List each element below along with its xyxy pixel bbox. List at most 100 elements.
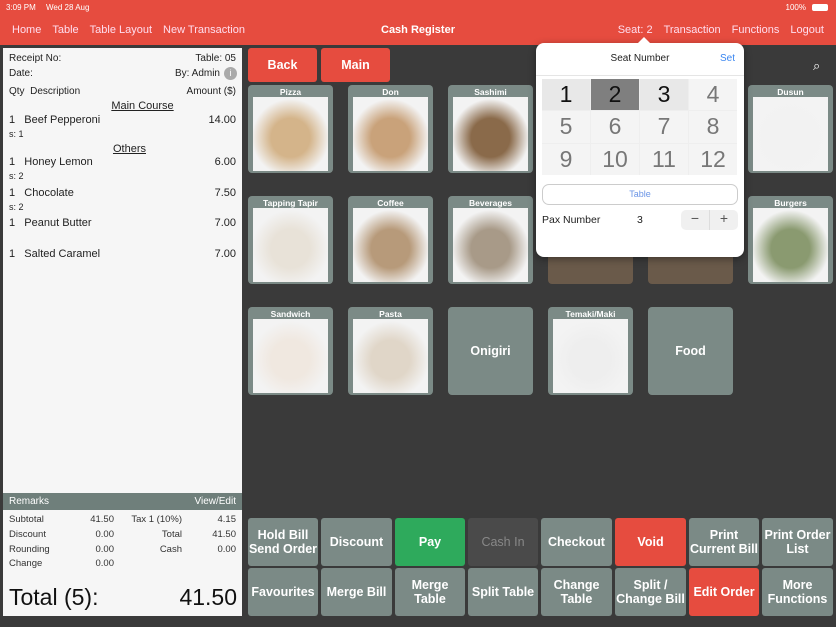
tile-image xyxy=(253,319,328,393)
product-tile[interactable]: Coffee xyxy=(348,196,433,284)
action-discount-button[interactable]: Discount xyxy=(321,518,392,566)
set-button[interactable]: Set xyxy=(720,53,735,64)
col-amount: Amount ($) xyxy=(186,86,236,97)
action-merge-table-button[interactable]: Merge Table xyxy=(395,568,465,616)
tile-label: Sashimi xyxy=(474,87,507,97)
action-checkout-button[interactable]: Checkout xyxy=(541,518,612,566)
tax-label: Tax 1 (10%) xyxy=(131,514,182,525)
action-print-current-bill-button[interactable]: Print Current Bill xyxy=(689,518,759,566)
product-tile[interactable]: Sashimi xyxy=(448,85,533,173)
product-tile[interactable]: Beverages xyxy=(448,196,533,284)
grand-total-label: Total (5): xyxy=(9,584,99,610)
pax-increment-button[interactable]: + xyxy=(710,210,738,230)
subtotal-label: Subtotal xyxy=(9,514,44,525)
action-split-table-button[interactable]: Split Table xyxy=(468,568,538,616)
item-seat: s: 2 xyxy=(9,171,24,181)
seat-10[interactable]: 10 xyxy=(591,143,639,175)
discount-value: 0.00 xyxy=(95,529,115,540)
discount-label: Discount xyxy=(9,529,46,540)
table-button[interactable]: Table xyxy=(542,184,738,205)
product-tile[interactable]: Temaki/Maki xyxy=(548,307,633,395)
popover-title: Seat Number xyxy=(610,53,670,64)
seat-number-popover: Seat Number Set 1 2 3 4 5 6 7 8 9 10 11 … xyxy=(536,37,744,257)
receipt-item[interactable]: 1 Chocolate 7.50 xyxy=(9,187,236,199)
seat-9[interactable]: 9 xyxy=(542,143,590,175)
tile-label: Coffee xyxy=(377,198,404,208)
remarks-bar[interactable]: Remarks View/Edit xyxy=(3,493,242,510)
product-tile[interactable]: Pizza xyxy=(248,85,333,173)
nav-functions[interactable]: Functions xyxy=(732,24,780,36)
nav-logout[interactable]: Logout xyxy=(790,24,824,36)
seat-6[interactable]: 6 xyxy=(591,111,639,143)
tile-label: Don xyxy=(382,87,399,97)
seat-7[interactable]: 7 xyxy=(640,111,688,143)
status-date: Wed 28 Aug xyxy=(46,3,90,12)
product-tile[interactable]: Sandwich xyxy=(248,307,333,395)
action-print-order-list-button[interactable]: Print Order List xyxy=(762,518,833,566)
product-tile[interactable]: Tapping Tapir xyxy=(248,196,333,284)
battery-level: 100% xyxy=(785,3,806,12)
seat-11[interactable]: 11 xyxy=(640,143,688,175)
action-favourites-button[interactable]: Favourites xyxy=(248,568,318,616)
action-split-change-bill-button[interactable]: Split / Change Bill xyxy=(615,568,686,616)
seat-3[interactable]: 3 xyxy=(640,79,688,111)
nav-transaction[interactable]: Transaction xyxy=(664,24,721,36)
top-bar: 3:09 PM Wed 28 Aug 100% Home Table Table L… xyxy=(0,0,836,45)
item-seat: s: 1 xyxy=(9,129,24,139)
seat-grid: 1 2 3 4 5 6 7 8 9 10 11 12 xyxy=(542,79,737,175)
action-void-button[interactable]: Void xyxy=(615,518,686,566)
receipt-item[interactable]: 1 Honey Lemon 6.00 xyxy=(9,156,236,168)
seat-5[interactable]: 5 xyxy=(542,111,590,143)
subtotal-value: 41.50 xyxy=(90,514,114,525)
action-hold-bill-send-order-button[interactable]: Hold Bill Send Order xyxy=(248,518,318,566)
action-cash-in-button[interactable]: Cash In xyxy=(468,518,538,566)
seat-2[interactable]: 2 xyxy=(591,79,639,111)
item-seat: s: 2 xyxy=(9,202,24,212)
change-value: 0.00 xyxy=(95,558,115,569)
receipt-no: Receipt No: xyxy=(9,53,62,64)
tile-image xyxy=(453,208,528,282)
info-icon[interactable]: i xyxy=(224,67,237,80)
action-edit-order-button[interactable]: Edit Order xyxy=(689,568,759,616)
action-change-table-button[interactable]: Change Table xyxy=(541,568,612,616)
cash-label: Cash xyxy=(159,544,182,555)
product-tile[interactable]: Dusun xyxy=(748,85,833,173)
cash-value: 0.00 xyxy=(217,544,237,555)
receipt-item[interactable]: 1 Salted Caramel 7.00 xyxy=(9,248,236,260)
view-edit-link[interactable]: View/Edit xyxy=(194,496,236,507)
nav-seat[interactable]: Seat: 2 xyxy=(618,24,653,36)
tile-image xyxy=(253,97,328,171)
rounding-label: Rounding xyxy=(9,544,50,555)
tile-image xyxy=(553,319,628,393)
change-label: Change xyxy=(9,558,43,569)
product-tile[interactable]: Don xyxy=(348,85,433,173)
action-pay-button[interactable]: Pay xyxy=(395,518,465,566)
product-tile[interactable]: Burgers xyxy=(748,196,833,284)
col-description: Description xyxy=(30,86,81,97)
product-tile[interactable]: Pasta xyxy=(348,307,433,395)
tile-label: Sandwich xyxy=(270,309,311,319)
back-button[interactable]: Back xyxy=(248,48,317,82)
product-tile[interactable]: Food xyxy=(648,307,733,395)
tile-image xyxy=(253,208,328,282)
action-merge-bill-button[interactable]: Merge Bill xyxy=(321,568,392,616)
action-more-functions-button[interactable]: More Functions xyxy=(762,568,833,616)
seat-8[interactable]: 8 xyxy=(689,111,737,143)
seat-4[interactable]: 4 xyxy=(689,79,737,111)
receipt-date: Date: xyxy=(9,68,33,79)
receipt-item[interactable]: 1 Beef Pepperoni 14.00 xyxy=(9,114,236,126)
rounding-value: 0.00 xyxy=(95,544,115,555)
pax-value: 3 xyxy=(637,214,643,226)
pax-decrement-button[interactable]: − xyxy=(681,210,710,230)
product-tile[interactable]: Onigiri xyxy=(448,307,533,395)
tile-label: Pizza xyxy=(279,87,302,97)
seat-1[interactable]: 1 xyxy=(542,79,590,111)
receipt-item[interactable]: 1 Peanut Butter 7.00 xyxy=(9,217,236,229)
receipt-panel: Receipt No: Table: 05 Date: By: Admin i Qt… xyxy=(3,48,242,616)
status-time: 3:09 PM xyxy=(6,3,36,12)
seat-12[interactable]: 12 xyxy=(689,143,737,175)
barcode-search-icon[interactable]: ⌕ xyxy=(813,58,820,74)
main-button[interactable]: Main xyxy=(321,48,390,82)
total-label: Total xyxy=(161,529,182,540)
tile-image xyxy=(353,97,428,171)
